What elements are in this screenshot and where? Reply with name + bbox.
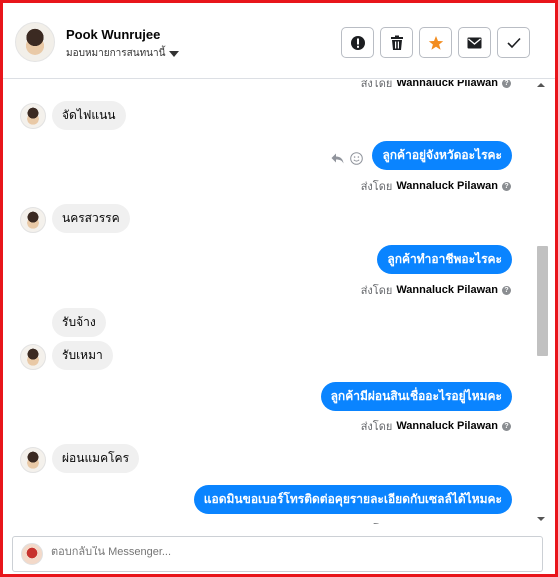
sent-by-label: ส่งโดยWannaluck Pilawan? [361, 417, 511, 435]
sent-by-label: ส่งโดยWannaluck Pilawan? [361, 281, 511, 299]
sender-name: Wannaluck Pilawan [396, 523, 498, 524]
sender-name: Wannaluck Pilawan [396, 80, 498, 89]
sent-by-prefix: ส่งโดย [360, 285, 393, 297]
scroll-down-arrow-icon[interactable] [537, 517, 545, 521]
sent-by-prefix: ส่งโดย [361, 520, 393, 524]
sender-name: Wannaluck Pilawan [396, 420, 498, 432]
sent-by-prefix: ส่งโดย [360, 181, 393, 193]
trash-icon [390, 35, 403, 50]
mark-done-button[interactable] [497, 27, 530, 58]
contact-name[interactable]: Pook Wunrujee [66, 27, 160, 42]
header-actions [341, 27, 530, 58]
report-icon [350, 35, 365, 50]
info-icon[interactable]: ? [502, 181, 511, 191]
star-icon [428, 35, 443, 50]
sender-name: Wannaluck Pilawan [396, 180, 498, 192]
outgoing-message[interactable]: ลูกค้าทำอาชีพอะไรคะ [377, 245, 512, 274]
sent-by-label: ส่งโดยWannaluck Pilawan? [361, 520, 511, 524]
contact-avatar-small[interactable] [20, 103, 46, 129]
incoming-message[interactable]: นครสวรรค [52, 204, 130, 233]
emoji-icon[interactable] [350, 152, 363, 165]
caret-down-icon [169, 50, 180, 57]
reply-input[interactable] [51, 546, 531, 558]
contact-avatar[interactable] [15, 22, 55, 62]
page-avatar [21, 543, 43, 565]
assign-label: มอบหมายการสนทนานี้ [66, 48, 166, 59]
scrollbar-thumb[interactable] [537, 246, 548, 356]
sent-by-prefix: ส่งโดย [360, 80, 393, 90]
star-button[interactable] [419, 27, 452, 58]
mail-icon [467, 37, 482, 48]
sent-by-prefix: ส่งโดย [360, 421, 393, 433]
info-icon[interactable]: ? [502, 80, 511, 88]
sender-name: Wannaluck Pilawan [396, 284, 498, 296]
assign-conversation-dropdown[interactable]: มอบหมายการสนทนานี้ [66, 46, 180, 61]
check-icon [506, 37, 521, 48]
info-icon[interactable]: ? [502, 421, 511, 431]
report-button[interactable] [341, 27, 374, 58]
message-tools [331, 152, 363, 165]
incoming-message[interactable]: ผ่อนแมคโคร [52, 444, 140, 473]
incoming-message[interactable]: รับจ้าง [52, 308, 106, 337]
info-icon[interactable]: ? [502, 285, 511, 295]
reply-icon[interactable] [331, 153, 344, 164]
message-thread[interactable]: ส่งโดย Wannaluck Pilawan? จัดไฟแนน ลูกค้า… [3, 80, 555, 524]
reply-composer [12, 536, 543, 572]
conversation-header: Pook Wunrujee มอบหมายการสนทนานี้ [3, 3, 555, 79]
mark-unread-button[interactable] [458, 27, 491, 58]
outgoing-message[interactable]: ลูกค้ามีผ่อนสินเชื่ออะไรอยู่ไหมคะ [320, 382, 512, 411]
contact-avatar-small[interactable] [20, 207, 46, 233]
sent-by-label: ส่งโดยWannaluck Pilawan? [361, 80, 511, 92]
sent-by-label: ส่งโดยWannaluck Pilawan? [361, 177, 511, 195]
incoming-message[interactable]: จัดไฟแนน [52, 101, 126, 130]
outgoing-message[interactable]: ลูกค้าอยู่จังหวัดอะไรคะ [372, 141, 512, 170]
contact-avatar-small[interactable] [20, 344, 46, 370]
incoming-message[interactable]: รับเหมา [52, 341, 113, 370]
delete-button[interactable] [380, 27, 413, 58]
outgoing-message[interactable]: แอดมินขอเบอร์โทรติดต่อคุยรายละเอียดกับเซ… [193, 485, 512, 514]
contact-avatar-small[interactable] [20, 447, 46, 473]
scroll-up-arrow-icon[interactable] [537, 83, 545, 87]
